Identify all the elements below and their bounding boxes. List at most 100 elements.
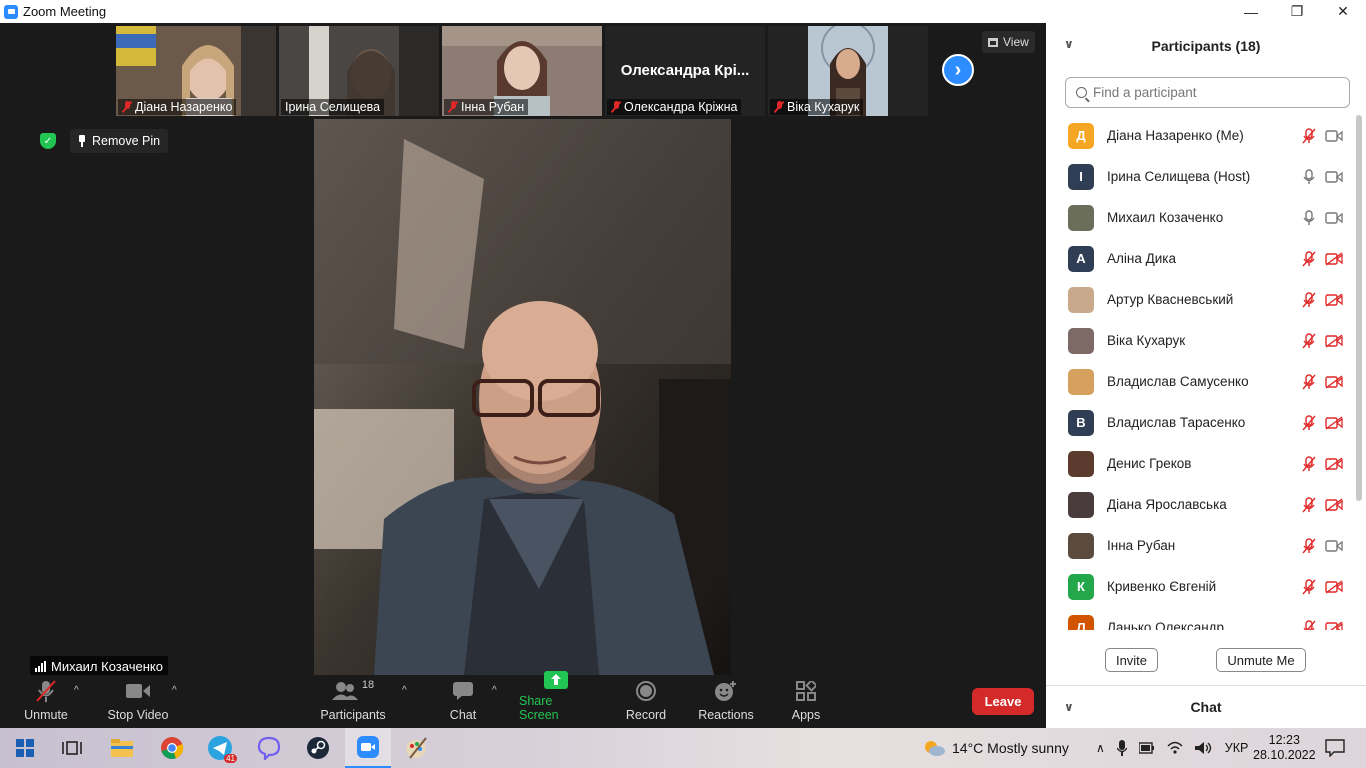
invite-button[interactable]: Invite	[1105, 648, 1158, 672]
participant-row[interactable]: Діана Ярославська	[1046, 484, 1354, 525]
show-hidden-icons-chevron-icon[interactable]: ∧	[1096, 741, 1105, 755]
clock[interactable]: 12:23 28.10.2022	[1253, 728, 1316, 768]
close-button[interactable]: ✕	[1320, 0, 1366, 23]
microphone-tray-icon[interactable]	[1116, 740, 1127, 756]
participant-row[interactable]: К Кривенко Євгеній	[1046, 566, 1354, 607]
paint-icon[interactable]	[401, 733, 431, 763]
unmute-me-button[interactable]: Unmute Me	[1216, 648, 1306, 672]
participant-row[interactable]: Артур Квасневський	[1046, 279, 1354, 320]
view-button[interactable]: View	[982, 31, 1035, 53]
mic-muted-icon[interactable]	[1302, 332, 1316, 349]
search-participant-input[interactable]: Find a participant	[1065, 77, 1350, 108]
video-options-chevron-icon[interactable]: ^	[172, 685, 177, 696]
battery-icon[interactable]	[1138, 742, 1155, 754]
mic-muted-icon[interactable]	[1302, 291, 1316, 308]
wifi-icon[interactable]	[1167, 741, 1183, 755]
apps-icon	[796, 678, 816, 704]
reactions-button[interactable]: Reactions	[698, 675, 754, 728]
video-thumbnail[interactable]: Інна Рубан	[442, 26, 602, 116]
stop-video-button[interactable]: Stop Video	[106, 675, 170, 728]
participant-row[interactable]: Денис Греков	[1046, 443, 1354, 484]
mic-muted-icon[interactable]	[1302, 455, 1316, 472]
search-icon	[1076, 87, 1087, 98]
video-camera-icon[interactable]	[1325, 170, 1343, 184]
view-grid-icon	[988, 37, 998, 47]
video-camera-icon[interactable]	[1325, 539, 1343, 553]
steam-icon[interactable]	[303, 733, 333, 763]
telegram-icon[interactable]: 41	[205, 733, 237, 763]
video-off-icon[interactable]	[1325, 333, 1343, 348]
video-off-icon[interactable]	[1325, 579, 1343, 594]
video-thumbnail[interactable]: Ірина Селищева	[279, 26, 439, 116]
video-off-icon[interactable]	[1325, 292, 1343, 307]
video-off-icon[interactable]	[1325, 251, 1343, 266]
chat-collapse-chevron-icon[interactable]: ∨	[1064, 700, 1074, 714]
mic-muted-icon[interactable]	[1302, 496, 1316, 513]
video-thumbnail[interactable]: Олександра Крі... Олександра Кріжна	[605, 26, 765, 116]
participant-row[interactable]: Михаил Козаченко	[1046, 197, 1354, 238]
video-off-icon[interactable]	[1325, 456, 1343, 471]
remove-pin-button[interactable]: Remove Pin	[70, 129, 169, 153]
participants-button[interactable]: 18 Participants	[318, 675, 388, 728]
participant-row[interactable]: А Аліна Дика	[1046, 238, 1354, 279]
language-indicator[interactable]: УКР	[1225, 741, 1249, 755]
participant-list-scrollbar[interactable]	[1356, 115, 1362, 501]
video-thumbnail[interactable]: Віка Кухарук	[768, 26, 928, 116]
video-off-icon[interactable]	[1325, 620, 1343, 631]
mic-muted-icon[interactable]	[1302, 578, 1316, 595]
participant-row[interactable]: Л Ланько Олександр	[1046, 607, 1354, 630]
viber-icon[interactable]	[254, 733, 284, 763]
task-view-icon[interactable]	[57, 733, 87, 763]
avatar: Л	[1068, 614, 1094, 630]
video-off-icon[interactable]	[1325, 374, 1343, 389]
participant-row[interactable]: Інна Рубан	[1046, 525, 1354, 566]
video-off-icon[interactable]	[1325, 415, 1343, 430]
chat-options-chevron-icon[interactable]: ^	[492, 685, 497, 696]
video-camera-icon[interactable]	[1325, 129, 1343, 143]
notifications-icon[interactable]	[1320, 733, 1350, 763]
mic-muted-icon[interactable]	[1302, 127, 1316, 144]
weather-widget[interactable]: 14°C Mostly sunny	[922, 728, 1069, 768]
restore-button[interactable]: ❐	[1274, 0, 1320, 23]
stop-video-label: Stop Video	[107, 708, 169, 722]
video-thumbnail[interactable]: Діана Назаренко	[116, 26, 276, 116]
chat-panel-header[interactable]: ∨ Chat	[1046, 685, 1366, 728]
participant-row[interactable]: Віка Кухарук	[1046, 320, 1354, 361]
minimize-button[interactable]: —	[1228, 0, 1274, 23]
mic-muted-icon[interactable]	[1302, 373, 1316, 390]
microphone-icon[interactable]	[1302, 209, 1316, 226]
thumbnail-name: Інна Рубан	[461, 100, 525, 114]
collapse-chevron-icon[interactable]: ∨	[1064, 37, 1074, 51]
chevron-right-icon[interactable]: ›	[942, 54, 974, 86]
zoom-taskbar-icon[interactable]	[345, 728, 391, 768]
mic-muted-icon[interactable]	[1302, 414, 1316, 431]
participant-row[interactable]: Д Діана Назаренко (Me)	[1046, 115, 1354, 156]
encryption-shield-icon[interactable]: ✓	[40, 133, 56, 149]
volume-icon[interactable]	[1194, 741, 1213, 755]
mic-muted-icon	[774, 101, 784, 113]
apps-button[interactable]: Apps	[790, 675, 822, 728]
mic-muted-icon[interactable]	[1302, 537, 1316, 554]
participants-options-chevron-icon[interactable]: ^	[402, 685, 407, 696]
unmute-button[interactable]: Unmute	[22, 675, 70, 728]
windows-start-icon[interactable]	[10, 733, 40, 763]
leave-button[interactable]: Leave	[972, 688, 1034, 715]
pinned-video	[314, 119, 731, 675]
microphone-icon[interactable]	[1302, 168, 1316, 185]
participant-row[interactable]: І Ірина Селищева (Host)	[1046, 156, 1354, 197]
participants-count: 18	[361, 679, 375, 691]
audio-options-chevron-icon[interactable]: ^	[74, 685, 79, 696]
share-screen-button[interactable]: Share Screen	[519, 671, 593, 728]
chrome-icon[interactable]	[157, 733, 187, 763]
avatar: Д	[1068, 122, 1094, 149]
avatar	[1068, 491, 1094, 518]
file-explorer-icon[interactable]	[107, 733, 137, 763]
participant-row[interactable]: Владислав Самусенко	[1046, 361, 1354, 402]
record-button[interactable]: Record	[624, 675, 668, 728]
mic-muted-icon[interactable]	[1302, 619, 1316, 631]
chat-button[interactable]: Chat	[446, 675, 480, 728]
mic-muted-icon[interactable]	[1302, 250, 1316, 267]
video-off-icon[interactable]	[1325, 497, 1343, 512]
participant-row[interactable]: В Владислав Тарасенко	[1046, 402, 1354, 443]
video-camera-icon[interactable]	[1325, 211, 1343, 225]
